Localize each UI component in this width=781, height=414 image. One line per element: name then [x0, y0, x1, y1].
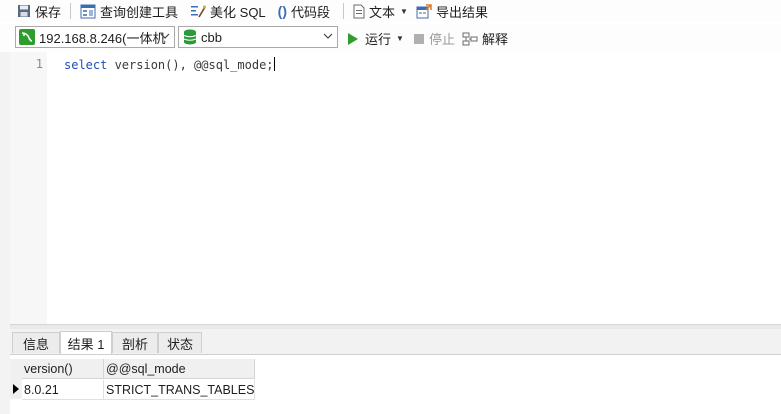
- cell-value: 8.0.21: [24, 383, 59, 397]
- export-results-label: 导出结果: [435, 4, 488, 20]
- export-results-button[interactable]: 导出结果: [413, 1, 491, 21]
- code-snippet-button[interactable]: () 代码段: [275, 1, 333, 21]
- tab-status[interactable]: 状态: [158, 332, 202, 353]
- save-button[interactable]: 保存: [14, 1, 64, 21]
- beautify-sql-button[interactable]: 美化 SQL: [187, 1, 269, 21]
- play-icon: [348, 32, 358, 45]
- tab-label: 信息: [22, 336, 49, 352]
- connection-toolbar: 192.168.8.246(一体机 cbb 运行 ▼ 停止 解释: [0, 24, 781, 52]
- connection-select[interactable]: 192.168.8.246(一体机: [15, 26, 175, 48]
- toolbar-divider: [343, 3, 344, 19]
- sql-editor[interactable]: select version(), @@sql_mode;: [47, 52, 781, 324]
- sql-text: version(), @@sql_mode;: [107, 58, 274, 72]
- tab-label: 剖析: [121, 336, 148, 352]
- document-icon: [353, 4, 365, 18]
- caret-down-icon: ▼: [400, 6, 408, 16]
- text-mode-label: 文本: [369, 4, 396, 20]
- database-select[interactable]: cbb: [178, 26, 338, 48]
- explain-label: 解释: [482, 32, 509, 47]
- braces-icon: (): [277, 3, 287, 19]
- main-toolbar: 保存 查询创建工具 美化 SQL () 代码段 文本 ▼ 导出结果: [0, 0, 781, 22]
- tab-label: 结果 1: [67, 336, 105, 352]
- column-header-label: version(): [24, 362, 73, 376]
- database-value: cbb: [201, 29, 222, 45]
- code-line[interactable]: select version(), @@sql_mode;: [64, 57, 275, 72]
- cell-value: STRICT_TRANS_TABLES,NO_: [106, 383, 255, 397]
- chevron-down-icon: [323, 33, 333, 39]
- code-snippet-label: 代码段: [290, 4, 330, 20]
- connection-value: 192.168.8.246(一体机: [39, 30, 166, 46]
- text-cursor: [273, 57, 275, 71]
- tab-profile[interactable]: 剖析: [112, 332, 158, 353]
- toolbar-divider: [70, 3, 72, 19]
- query-builder-label: 查询创建工具: [100, 4, 179, 20]
- caret-down-icon: ▼: [396, 34, 404, 43]
- database-icon: [183, 29, 197, 45]
- export-icon: [416, 3, 432, 18]
- stop-icon: [414, 33, 424, 44]
- table-cell[interactable]: 8.0.21: [22, 380, 104, 400]
- run-button[interactable]: 运行 ▼: [347, 29, 404, 48]
- text-mode-dropdown[interactable]: 文本 ▼: [350, 1, 411, 21]
- chevron-down-icon: [160, 33, 170, 39]
- column-header-label: @@sql_mode: [106, 362, 186, 376]
- current-row-arrow-icon: [13, 384, 19, 394]
- stop-label: 停止: [429, 32, 456, 47]
- explain-icon: [462, 32, 478, 45]
- beautify-sql-label: 美化 SQL: [210, 4, 266, 20]
- run-label: 运行: [365, 32, 392, 47]
- result-grid: version() @@sql_mode 8.0.21 STRICT_TRANS…: [10, 355, 781, 414]
- table-cell[interactable]: STRICT_TRANS_TABLES,NO_: [104, 380, 255, 400]
- query-builder-button[interactable]: 查询创建工具: [77, 1, 181, 21]
- beautify-icon: [191, 5, 207, 17]
- line-number-gutter: 1: [10, 52, 47, 324]
- column-header[interactable]: @@sql_mode: [104, 359, 255, 379]
- tab-info[interactable]: 信息: [12, 332, 60, 353]
- save-label: 保存: [35, 4, 62, 20]
- save-icon: [18, 5, 30, 17]
- result-tabs: 信息 结果 1 剖析 状态: [10, 329, 781, 355]
- query-builder-icon: [80, 4, 96, 18]
- tab-result-1[interactable]: 结果 1: [60, 331, 112, 354]
- tab-label: 状态: [166, 336, 193, 352]
- line-number: 1: [35, 57, 43, 71]
- connection-icon: [19, 29, 35, 45]
- column-header[interactable]: version(): [22, 359, 104, 379]
- sql-keyword: select: [64, 58, 108, 72]
- stop-button[interactable]: 停止: [413, 29, 455, 48]
- explain-button[interactable]: 解释: [462, 29, 508, 48]
